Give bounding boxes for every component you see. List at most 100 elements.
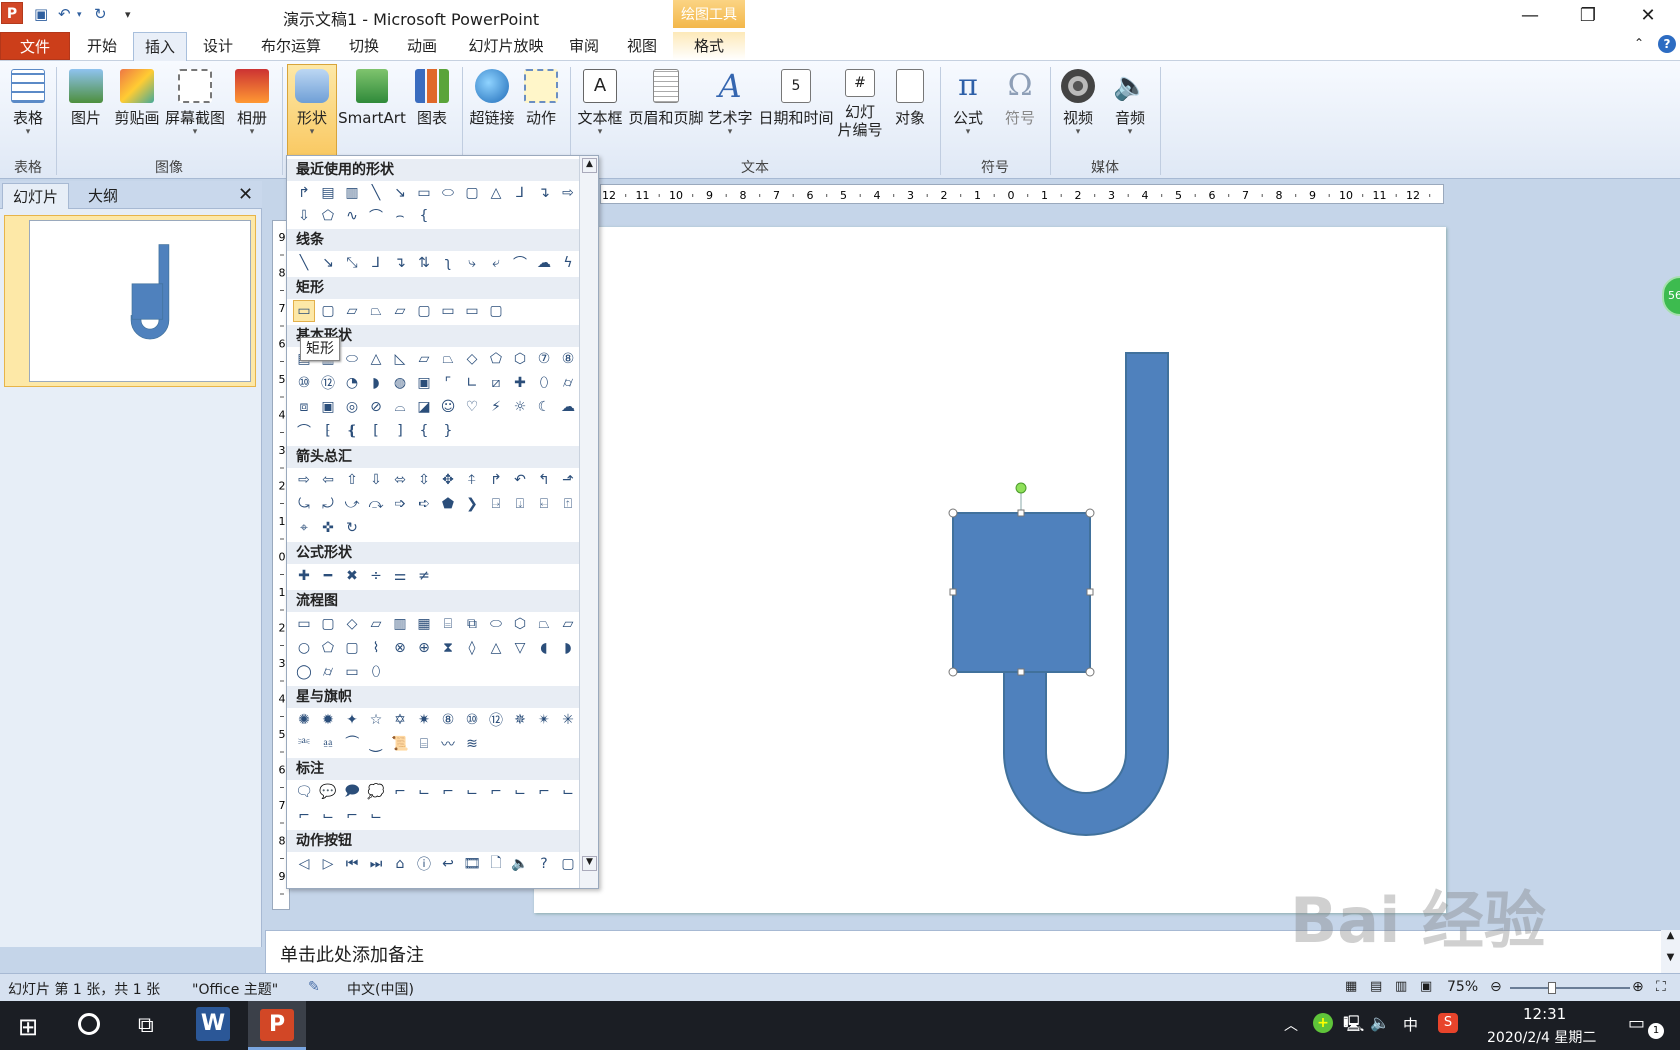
action-information-icon[interactable]: ⓘ	[413, 853, 435, 875]
heptagon-icon[interactable]: ⑦	[533, 348, 555, 370]
task-view-icon[interactable]: ⧉	[138, 1013, 154, 1038]
close-pane-icon[interactable]: ✕	[238, 184, 253, 205]
flowchart-magnetic-disk-icon[interactable]: ⌭	[317, 661, 339, 683]
trapezoid-icon[interactable]: ⏢	[437, 348, 459, 370]
slide-number-button[interactable]: # 幻灯 片编号	[836, 65, 884, 155]
left-arrow-callout-icon[interactable]: ⍇	[533, 493, 555, 515]
curved-down-ribbon-icon[interactable]: ⏝	[365, 733, 387, 755]
snip-same-side-rect-icon[interactable]: ⏢	[365, 300, 387, 322]
shape-elbow-connector-icon[interactable]: ⅃	[509, 182, 531, 204]
flowchart-merge-icon[interactable]: ▽	[509, 637, 531, 659]
can-icon[interactable]: ⌭	[557, 372, 579, 394]
double-brace-icon[interactable]: ❴	[341, 420, 363, 442]
wordart-button[interactable]: A 艺术字 ▾	[706, 65, 754, 155]
flowchart-collate-icon[interactable]: ⧗	[437, 637, 459, 659]
up-arrow-icon[interactable]: ⇧	[341, 469, 363, 491]
tab-boolean[interactable]: 布尔运算	[254, 32, 328, 60]
shape-rounded-rect-icon[interactable]: ▢	[461, 182, 483, 204]
undo-icon[interactable]: ↶	[58, 5, 71, 23]
tab-design[interactable]: 设计	[192, 32, 244, 60]
parallelogram-icon[interactable]: ▱	[413, 348, 435, 370]
action-home-icon[interactable]: ⌂	[389, 853, 411, 875]
smartart-button[interactable]: SmartArt	[338, 65, 406, 155]
up-arrow-callout-icon[interactable]: ⍐	[557, 493, 579, 515]
volume-icon[interactable]: 🔈	[1370, 1013, 1390, 1032]
shape-bent-arrow-icon[interactable]: ↱	[293, 182, 315, 204]
flowchart-or-icon[interactable]: ⊕	[413, 637, 435, 659]
chevron-icon[interactable]: ❯	[461, 493, 483, 515]
not-equal-icon[interactable]: ≠	[413, 565, 435, 587]
line-callout-1-icon[interactable]: ⌐	[389, 781, 411, 803]
curved-double-arrow-icon[interactable]: ⤶	[485, 252, 507, 274]
shape-triangle-icon[interactable]: △	[485, 182, 507, 204]
flowchart-display-icon[interactable]: ⬯	[365, 661, 387, 683]
action-help-icon[interactable]: ?	[533, 853, 555, 875]
tab-format[interactable]: 格式	[673, 32, 745, 60]
album-button[interactable]: 相册 ▾	[232, 65, 272, 155]
shapes-button[interactable]: 形状 ▾	[287, 64, 337, 156]
flowchart-predefined-process-icon[interactable]: ▥	[389, 613, 411, 635]
half-frame-icon[interactable]: ⌜	[437, 372, 459, 394]
line-icon[interactable]: ╲	[293, 252, 315, 274]
minimize-icon[interactable]: —	[1508, 2, 1552, 30]
normal-view-icon[interactable]: ▦	[1345, 979, 1357, 994]
undo-dropdown-icon[interactable]: ▾	[77, 10, 82, 20]
diagonal-stripe-icon[interactable]: ⧄	[485, 372, 507, 394]
quad-arrow-callout-icon[interactable]: ✜	[317, 517, 339, 539]
flowchart-summing-junction-icon[interactable]: ⊗	[389, 637, 411, 659]
slide-thumbnail-frame[interactable]	[4, 215, 256, 387]
flowchart-multidocument-icon[interactable]: ⧉	[461, 613, 483, 635]
shapes-gallery[interactable]: ▲ ▼ 最近使用的形状 ↱ ▤ ▥ ╲ ↘ ▭ ⬭ ▢ △ ⅃ ↴ ⇨ ⇩ ⬠ ∿ ⌒ ⌢{ 线条 ╲ ↘ ⤡ ⅃ ↴…	[286, 155, 599, 889]
left-bracket-icon[interactable]: [	[365, 420, 387, 442]
double-wave-icon[interactable]: ≋	[461, 733, 483, 755]
notification-icon[interactable]: ▭	[1628, 1013, 1645, 1034]
flowchart-document-icon[interactable]: ⌸	[437, 613, 459, 635]
shape-down-arrow-icon[interactable]: ⇩	[293, 205, 315, 227]
line-callout-2-icon[interactable]: ⌙	[413, 781, 435, 803]
line-callout-accent-2-icon[interactable]: ⌐	[485, 781, 507, 803]
hyperlink-button[interactable]: 超链接	[466, 65, 518, 155]
slide-thumbnail[interactable]	[29, 220, 251, 382]
equal-icon[interactable]: ⚌	[389, 565, 411, 587]
moon-icon[interactable]: ☾	[533, 396, 555, 418]
spellcheck-icon[interactable]: ✎	[308, 979, 320, 995]
wave-icon[interactable]: 〰	[437, 733, 459, 755]
shape-vertical-textbox-icon[interactable]: ▥	[341, 182, 363, 204]
right-arrow-icon[interactable]: ⇨	[293, 469, 315, 491]
word-taskbar-icon[interactable]: W	[196, 1007, 230, 1041]
tab-home[interactable]: 开始	[76, 32, 128, 60]
decagon-icon[interactable]: ⑩	[293, 372, 315, 394]
down-arrow-icon[interactable]: ⇩	[365, 469, 387, 491]
octagon-icon[interactable]: ⑧	[557, 348, 579, 370]
plaque-icon[interactable]: ⬯	[533, 372, 555, 394]
resize-handle-n[interactable]	[1017, 509, 1025, 517]
curved-connector-icon[interactable]: ʅ	[437, 252, 459, 274]
resize-handle-s[interactable]	[1017, 668, 1025, 676]
shape-brace-icon[interactable]: {	[413, 205, 435, 227]
pentagon-icon[interactable]: ⬠	[485, 348, 507, 370]
close-window-icon[interactable]: ✕	[1626, 2, 1670, 30]
teardrop-icon[interactable]: ◍	[389, 372, 411, 394]
star-4-icon[interactable]: ✦	[341, 709, 363, 731]
star-8-icon[interactable]: ⑧	[437, 709, 459, 731]
donut-icon[interactable]: ◎	[341, 396, 363, 418]
down-arrow-callout-icon[interactable]: ⍗	[509, 493, 531, 515]
block-arc-icon[interactable]: ⌓	[389, 396, 411, 418]
cross-icon[interactable]: ✚	[509, 372, 531, 394]
flowchart-data-icon[interactable]: ▱	[365, 613, 387, 635]
action-button[interactable]: 动作	[520, 65, 562, 155]
clipart-button[interactable]: 剪贴画	[112, 65, 162, 155]
line-callout-accent-border-1-icon[interactable]: ⌙	[317, 805, 339, 827]
security-tray-icon[interactable]: +	[1313, 1013, 1333, 1033]
shape-curved-connector-icon[interactable]: ∿	[341, 205, 363, 227]
bevel-icon[interactable]: ▣	[317, 396, 339, 418]
star-12-icon[interactable]: ⑫	[485, 709, 507, 731]
curved-arrow-connector-icon[interactable]: ⤷	[461, 252, 483, 274]
screenshot-button[interactable]: 屏幕截图 ▾	[162, 65, 228, 155]
elbow-double-arrow-icon[interactable]: ⇅	[413, 252, 435, 274]
resize-handle-nw[interactable]	[948, 508, 958, 518]
explosion-1-icon[interactable]: ✺	[293, 709, 315, 731]
l-shape-icon[interactable]: ∟	[461, 372, 483, 394]
bent-arrow-icon[interactable]: ↱	[485, 469, 507, 491]
equation-button[interactable]: π 公式 ▾	[948, 65, 988, 155]
